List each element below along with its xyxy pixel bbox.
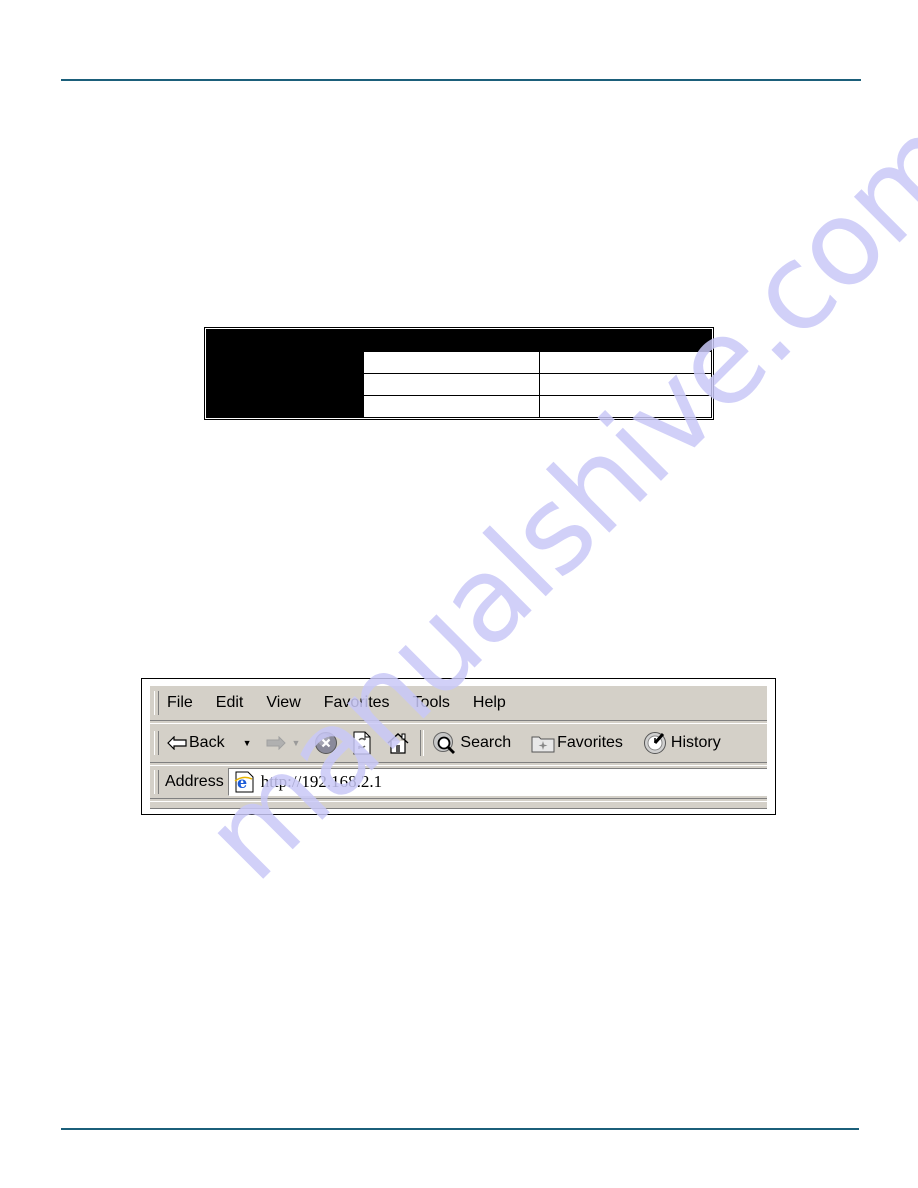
address-bar: Address e http://192.168.2.1	[150, 765, 767, 799]
favorites-label: Favorites	[557, 734, 623, 751]
header-rule	[61, 79, 861, 81]
toolbar-grip[interactable]	[154, 770, 159, 794]
history-button[interactable]: History	[643, 731, 721, 755]
table-cell	[539, 351, 712, 374]
toolbar-grip[interactable]	[154, 691, 159, 715]
menu-help[interactable]: Help	[473, 694, 506, 712]
back-label: Back	[189, 734, 225, 751]
stop-icon[interactable]	[314, 731, 338, 755]
menu-bar: File Edit View Favorites Tools Help	[150, 685, 767, 721]
toolbar-grip[interactable]	[154, 731, 159, 755]
back-arrow-icon	[167, 736, 187, 750]
back-button[interactable]: Back	[167, 734, 225, 752]
table-header-cell	[206, 329, 364, 374]
menu-favorites[interactable]: Favorites	[324, 694, 390, 712]
refresh-icon[interactable]	[352, 731, 372, 755]
forward-dropdown-arrow[interactable]: ▼	[292, 738, 301, 748]
table-header-cell	[539, 329, 712, 352]
menu-tools[interactable]: Tools	[413, 694, 450, 712]
specification-table	[204, 327, 714, 420]
history-label: History	[670, 734, 721, 751]
table-row-header	[206, 373, 364, 396]
forward-arrow-icon[interactable]	[266, 736, 286, 750]
table-row	[206, 373, 712, 396]
table-cell	[363, 351, 540, 374]
standard-buttons-bar: Back ▼ ▼ Search Favorites History	[150, 723, 767, 763]
address-value: http://192.168.2.1	[260, 772, 383, 791]
table-row-header	[206, 395, 364, 418]
browser-toolbar-screenshot: File Edit View Favorites Tools Help Back…	[141, 678, 776, 815]
address-input[interactable]: e http://192.168.2.1	[227, 768, 767, 796]
table-row	[206, 329, 712, 374]
footer-rule	[61, 1128, 859, 1130]
home-icon[interactable]	[386, 732, 410, 754]
toolbar-bottom-edge	[150, 801, 767, 809]
watermark-text: manualshive.com	[177, 92, 918, 907]
search-icon	[432, 731, 458, 755]
table-cell	[363, 395, 540, 418]
address-label: Address	[165, 773, 224, 790]
history-icon	[643, 731, 669, 755]
table-cell	[539, 395, 712, 418]
table-header-cell	[363, 329, 540, 352]
toolbar-separator	[420, 730, 425, 756]
table-cell	[363, 373, 540, 396]
search-label: Search	[460, 734, 512, 751]
menu-file[interactable]: File	[167, 694, 193, 712]
table-row	[206, 395, 712, 418]
menu-edit[interactable]: Edit	[216, 694, 244, 712]
ie-page-icon: e	[233, 771, 255, 793]
menu-view[interactable]: View	[266, 694, 300, 712]
table-cell	[539, 373, 712, 396]
favorites-icon	[531, 733, 555, 753]
search-button[interactable]: Search	[432, 731, 511, 755]
svg-text:e: e	[237, 773, 247, 792]
back-dropdown-arrow[interactable]: ▼	[243, 738, 252, 748]
favorites-button[interactable]: Favorites	[531, 733, 623, 753]
